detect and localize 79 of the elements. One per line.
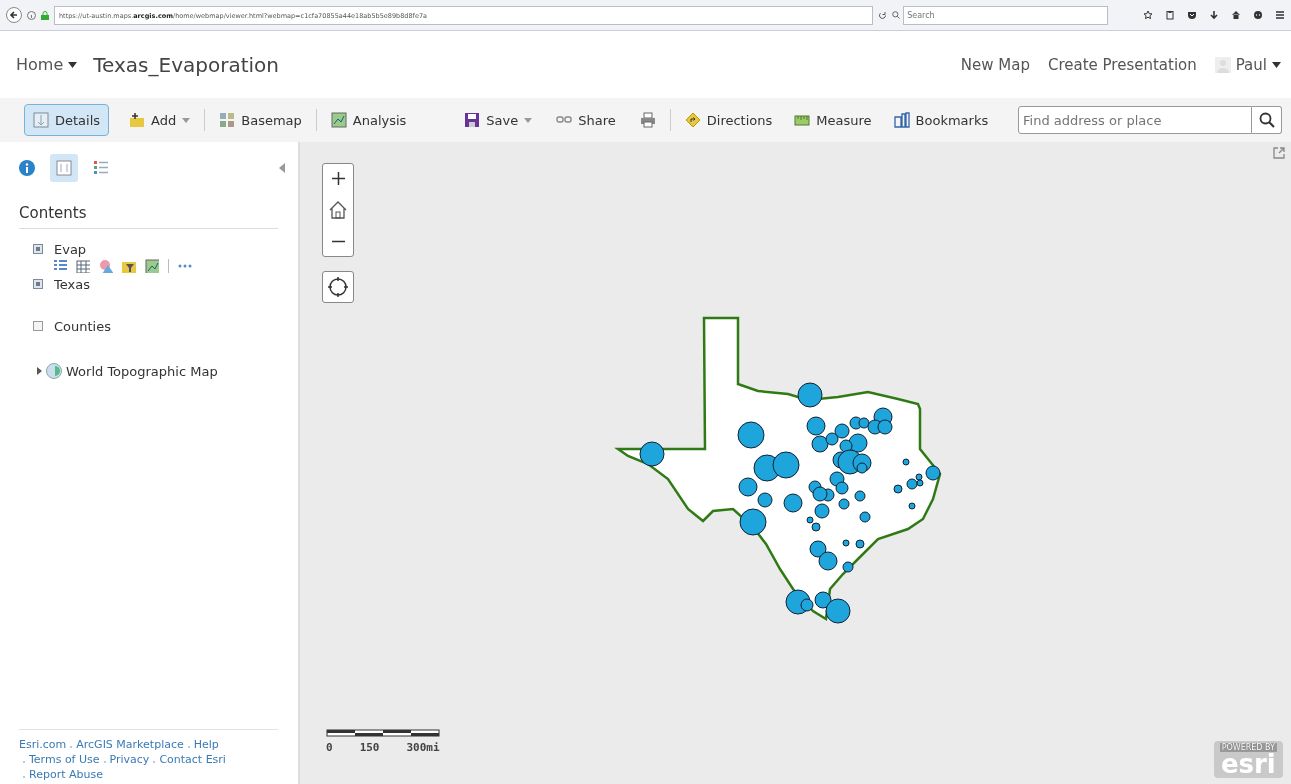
download-icon[interactable]: [1209, 10, 1219, 20]
scale-label: 150: [359, 741, 380, 754]
toolbar-button[interactable]: Analysis: [328, 104, 409, 136]
home-icon[interactable]: [1231, 10, 1241, 20]
lock-icon: [40, 10, 49, 20]
grid-icon[interactable]: [76, 259, 90, 273]
layer-checkbox[interactable]: [33, 321, 43, 331]
search-button[interactable]: [1252, 106, 1282, 134]
footer-link[interactable]: Terms of Use: [29, 752, 100, 767]
details-icon: [33, 112, 49, 128]
home-menu[interactable]: Home: [16, 55, 78, 74]
toolbar-dropdown[interactable]: Save: [462, 104, 535, 136]
layer-name[interactable]: Texas: [54, 276, 90, 292]
globe-icon: [46, 363, 62, 379]
scale-label: 300mi: [406, 741, 440, 754]
table-icon[interactable]: [53, 259, 67, 273]
expand-arrow-icon[interactable]: [37, 367, 42, 375]
collapse-icon[interactable]: [279, 163, 285, 173]
info-icon: [27, 10, 36, 20]
footer-link[interactable]: ArcGIS Marketplace: [76, 737, 184, 752]
layer-name[interactable]: World Topographic Map: [66, 363, 218, 379]
footer-link[interactable]: Report Abuse: [29, 767, 103, 782]
footer-link[interactable]: Help: [193, 737, 219, 752]
chat-icon[interactable]: [1253, 10, 1263, 20]
layer-checkbox[interactable]: [33, 244, 43, 254]
logo-tagline: POWERED BY: [1219, 743, 1277, 752]
zoom-in-icon[interactable]: [331, 172, 345, 185]
address-search-field[interactable]: Find address or place: [1018, 106, 1252, 134]
toolbar-button[interactable]: Measure: [792, 104, 874, 136]
toolbar-button[interactable]: Details: [24, 104, 110, 136]
add-icon: [129, 112, 146, 128]
bookmark-icon: [893, 112, 910, 128]
toolbar-button[interactable]: Directions: [682, 104, 775, 136]
map-title: Texas_Evaporation: [93, 52, 279, 77]
toolbar-button[interactable]: Bookmarks: [891, 104, 991, 136]
header-link[interactable]: New Map: [960, 55, 1030, 74]
back-icon[interactable]: [6, 7, 22, 23]
avatar-icon: [1214, 56, 1231, 73]
user-menu[interactable]: Paul: [1214, 55, 1281, 74]
header-link[interactable]: Create Presentation: [1047, 55, 1197, 74]
caret-icon: [182, 117, 191, 123]
caret-icon: [524, 117, 533, 123]
legend-icon: [93, 160, 109, 176]
contents-heading: Contents: [19, 192, 278, 229]
more-icon[interactable]: [178, 264, 192, 268]
analysis-icon: [330, 112, 347, 128]
footer-link[interactable]: Esri.com: [19, 737, 67, 752]
basemap-icon: [219, 112, 236, 128]
info-icon: [19, 160, 35, 176]
toolbar-dropdown[interactable]: Add: [127, 104, 193, 136]
pocket-icon[interactable]: [1187, 10, 1197, 20]
layer-checkbox[interactable]: [33, 279, 43, 289]
print-icon: [639, 112, 656, 128]
footer-link[interactable]: Privacy: [109, 752, 150, 767]
analysis-icon[interactable]: [145, 259, 159, 273]
ruler-icon: [794, 112, 811, 128]
filter-icon[interactable]: [122, 259, 136, 273]
scale-label: 0: [326, 741, 333, 754]
directions-icon: [684, 112, 701, 128]
home-icon[interactable]: [329, 201, 347, 219]
menu-icon[interactable]: [1275, 10, 1285, 20]
reload-icon[interactable]: [878, 10, 888, 20]
scale-bar-icon: [326, 729, 440, 737]
search-icon: [1258, 112, 1275, 128]
expand-icon[interactable]: [1273, 147, 1285, 159]
search-icon: [892, 11, 901, 19]
layer-name[interactable]: Counties: [54, 318, 111, 334]
bookmark-star-icon[interactable]: [1143, 10, 1153, 20]
caret-icon: [68, 61, 78, 68]
caret-icon: [1272, 61, 1281, 68]
locate-icon[interactable]: [328, 277, 348, 297]
toolbar-button[interactable]: Share: [554, 104, 618, 136]
toolbar-button[interactable]: Basemap: [217, 104, 304, 136]
footer-link[interactable]: Contact Esri: [159, 752, 226, 767]
contents-icon: [56, 160, 72, 176]
save-icon: [464, 112, 481, 128]
search-field[interactable]: Search: [903, 5, 1109, 25]
layer-name[interactable]: Evap: [54, 241, 87, 257]
clipboard-icon[interactable]: [1165, 10, 1175, 20]
